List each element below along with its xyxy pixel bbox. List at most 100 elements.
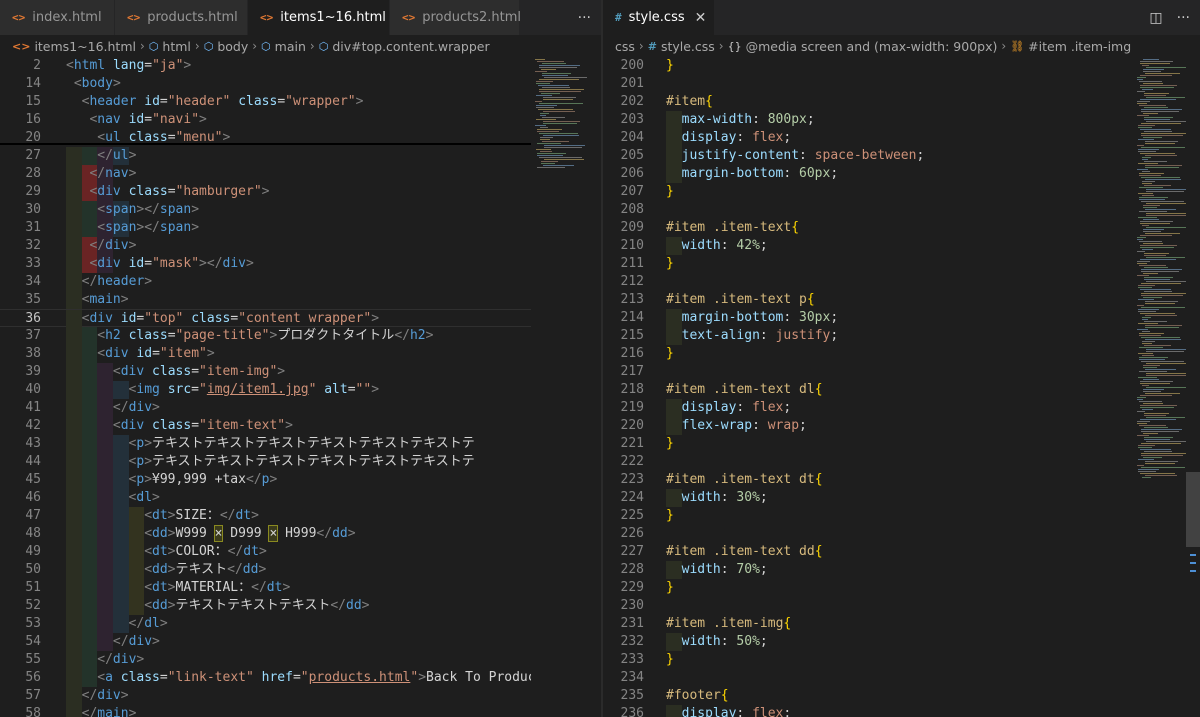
code-line[interactable]: 206 margin-bottom: 60px; bbox=[603, 165, 1133, 183]
code-line[interactable]: 27 </ul> bbox=[0, 147, 531, 165]
code-line[interactable]: 49 <dt>COLOR：</dt> bbox=[0, 543, 531, 561]
code-line[interactable]: 55 </div> bbox=[0, 651, 531, 669]
css-code-editor[interactable]: 200} 201 202 #item{203 max-width: 800px; 204 d… bbox=[603, 57, 1133, 717]
tab-products2-html[interactable]: <> products2.html bbox=[390, 0, 521, 35]
code-line[interactable]: 226 bbox=[603, 525, 1133, 543]
code-line[interactable]: 233} bbox=[603, 651, 1133, 669]
code-line[interactable]: 218 #item .item-text dl{ bbox=[603, 381, 1133, 399]
code-line[interactable]: 208 bbox=[603, 201, 1133, 219]
minimap[interactable] bbox=[531, 57, 591, 717]
breadcrumb-item[interactable]: body bbox=[217, 39, 248, 54]
code-line[interactable]: 209 #item .item-text{ bbox=[603, 219, 1133, 237]
code-line[interactable]: 45 <p>¥99,999 +tax</p> bbox=[0, 471, 531, 489]
breadcrumb-item[interactable]: style.css bbox=[661, 39, 715, 54]
code-line[interactable]: 53 </dl> bbox=[0, 615, 531, 633]
code-line[interactable]: 216} bbox=[603, 345, 1133, 363]
code-line[interactable]: 232 width: 50%; bbox=[603, 633, 1133, 651]
code-line[interactable]: 28 </nav> bbox=[0, 165, 531, 183]
scrollbar-thumb[interactable] bbox=[1186, 472, 1200, 547]
code-line[interactable]: 217 bbox=[603, 363, 1133, 381]
code-line[interactable]: 234 bbox=[603, 669, 1133, 687]
code-line[interactable]: 203 max-width: 800px; bbox=[603, 111, 1133, 129]
code-line[interactable]: 205 justify-content: space-between; bbox=[603, 147, 1133, 165]
code-line[interactable]: 56 <a class="link-text" href="products.ht… bbox=[0, 669, 543, 687]
code-line[interactable]: 40 <img src="img/item1.jpg" alt=""> bbox=[0, 381, 531, 399]
code-line[interactable]: 2 <html lang="ja"> bbox=[0, 57, 531, 75]
code-line[interactable]: 220 flex-wrap: wrap; bbox=[603, 417, 1133, 435]
code-line[interactable]: 228 width: 70%; bbox=[603, 561, 1133, 579]
code-line[interactable]: 225} bbox=[603, 507, 1133, 525]
code-line[interactable]: 33 <div id="mask"></div> bbox=[0, 255, 531, 273]
code-line[interactable]: 224 width: 30%; bbox=[603, 489, 1133, 507]
code-line[interactable]: 221} bbox=[603, 435, 1133, 453]
code-token: COLOR： bbox=[175, 544, 228, 559]
code-line[interactable]: 202 #item{ bbox=[603, 93, 1133, 111]
breadcrumb-item[interactable]: items1~16.html bbox=[34, 39, 136, 54]
breadcrumb-item[interactable]: div#top.content.wrapper bbox=[332, 39, 489, 54]
code-line[interactable]: 231 #item .item-img{ bbox=[603, 615, 1133, 633]
tab-style-css[interactable]: # style.css ✕ bbox=[603, 0, 715, 35]
left-tab-bar: <> index.html <> products.html <> items1~16… bbox=[0, 0, 601, 35]
close-icon[interactable]: ✕ bbox=[695, 10, 707, 26]
code-line[interactable]: 29 <div class="hamburger"> bbox=[0, 183, 531, 201]
code-line[interactable]: 230 bbox=[603, 597, 1133, 615]
html-code-editor[interactable]: 2 <html lang="ja"> 14 <body> 15 <header id="h… bbox=[0, 57, 543, 717]
code-line[interactable]: 52 <dd>テキストテキストテキスト</dd> bbox=[0, 597, 531, 615]
code-line[interactable]: 46 <dl> bbox=[0, 489, 531, 507]
code-line[interactable]: 213 #item .item-text p{ bbox=[603, 291, 1133, 309]
vertical-scrollbar[interactable] bbox=[591, 57, 601, 717]
breadcrumb-item[interactable]: css bbox=[615, 39, 635, 54]
code-line[interactable]: 204 display: flex; bbox=[603, 129, 1133, 147]
minimap[interactable] bbox=[1133, 57, 1193, 717]
code-line[interactable]: 42 <div class="item-text"> bbox=[0, 417, 531, 435]
code-line[interactable]: 223 #item .item-text dt{ bbox=[603, 471, 1133, 489]
vertical-scrollbar[interactable] bbox=[1186, 57, 1200, 717]
code-line[interactable]: 47 <dt>SIZE：</dt> bbox=[0, 507, 531, 525]
code-line[interactable]: 207} bbox=[603, 183, 1133, 201]
code-line[interactable]: 50 <dd>テキスト</dd> bbox=[0, 561, 531, 579]
code-line[interactable]: 31 <span></span> bbox=[0, 219, 531, 237]
code-line[interactable]: 212 bbox=[603, 273, 1133, 291]
more-actions-icon[interactable]: ··· bbox=[578, 10, 591, 26]
code-line[interactable]: 37 <h2 class="page-title">プロダクトタイトル</h2> bbox=[0, 327, 531, 345]
breadcrumb-item[interactable]: @media screen and (max-width: 900px) bbox=[746, 39, 998, 54]
code-line[interactable]: 36 <div id="top" class="content wrapper"> bbox=[0, 309, 531, 328]
code-line[interactable]: 54 </div> bbox=[0, 633, 531, 651]
code-line[interactable]: 219 display: flex; bbox=[603, 399, 1133, 417]
code-line[interactable]: 41 </div> bbox=[0, 399, 531, 417]
code-line[interactable]: 15 <header id="header" class="wrapper"> bbox=[0, 93, 531, 111]
code-line[interactable]: 211} bbox=[603, 255, 1133, 273]
code-line[interactable]: 30 <span></span> bbox=[0, 201, 531, 219]
code-line[interactable]: 14 <body> bbox=[0, 75, 531, 93]
code-line[interactable]: 58 </main> bbox=[0, 705, 531, 717]
code-line[interactable]: 210 width: 42%; bbox=[603, 237, 1133, 255]
code-line[interactable]: 57 </div> bbox=[0, 687, 531, 705]
breadcrumb-item[interactable]: #item .item-img bbox=[1028, 39, 1131, 54]
code-line[interactable]: 222 bbox=[603, 453, 1133, 471]
code-line[interactable]: 214 margin-bottom: 30px; bbox=[603, 309, 1133, 327]
code-line[interactable]: 44 <p>テキストテキストテキストテキストテキストテキストテ bbox=[0, 453, 531, 471]
code-line[interactable]: 35 <main> bbox=[0, 291, 531, 309]
breadcrumb-item[interactable]: main bbox=[275, 39, 306, 54]
split-editor-icon[interactable]: ◫ bbox=[1149, 10, 1162, 26]
code-line[interactable]: 215 text-align: justify; bbox=[603, 327, 1133, 345]
tab-products-html[interactable]: <> products.html bbox=[115, 0, 248, 35]
code-line[interactable]: 34 </header> bbox=[0, 273, 531, 291]
more-actions-icon[interactable]: ··· bbox=[1177, 10, 1190, 26]
tab-items1-16-html[interactable]: <>items1~16.html✕ bbox=[248, 0, 408, 35]
code-line[interactable]: 48 <dd>W999 × D999 × H999</dd> bbox=[0, 525, 531, 543]
code-line[interactable]: 39 <div class="item-img"> bbox=[0, 363, 531, 381]
code-line[interactable]: 227 #item .item-text dd{ bbox=[603, 543, 1133, 561]
code-line[interactable]: 16 <nav id="navi"> bbox=[0, 111, 531, 129]
code-line[interactable]: 236 display: flex; bbox=[603, 705, 1133, 717]
tab-index-html[interactable]: <> index.html bbox=[0, 0, 115, 35]
code-line[interactable]: 201 bbox=[603, 75, 1133, 93]
breadcrumb-item[interactable]: html bbox=[162, 39, 190, 54]
code-line[interactable]: 235 #footer{ bbox=[603, 687, 1133, 705]
code-line[interactable]: 43 <p>テキストテキストテキストテキストテキストテキストテ bbox=[0, 435, 531, 453]
code-line[interactable]: 38 <div id="item"> bbox=[0, 345, 531, 363]
code-line[interactable]: 229} bbox=[603, 579, 1133, 597]
code-line[interactable]: 200} bbox=[603, 57, 1133, 75]
code-line[interactable]: 51 <dt>MATERIAL：</dt> bbox=[0, 579, 531, 597]
code-line[interactable]: 32 </div> bbox=[0, 237, 531, 255]
